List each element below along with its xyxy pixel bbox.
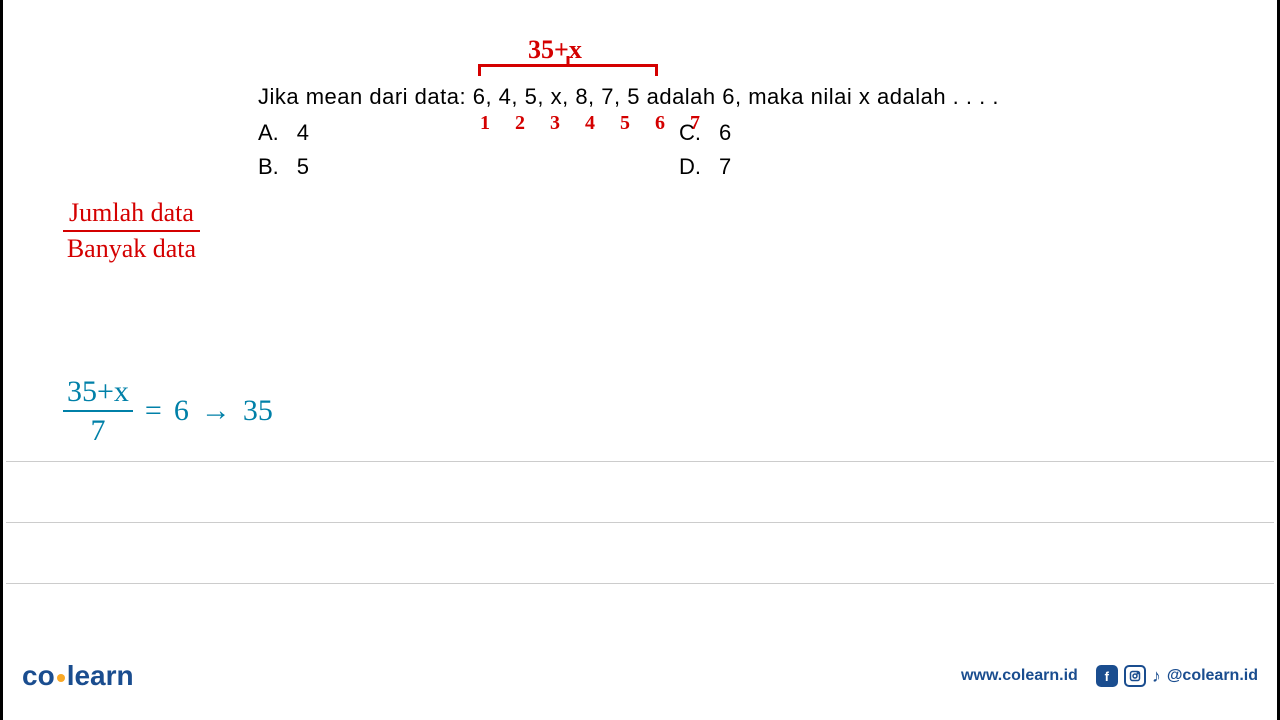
work-result: 6 <box>174 394 189 428</box>
brand-logo: colearn <box>22 660 134 692</box>
social-handle: @colearn.id <box>1167 667 1258 685</box>
footer: colearn www.colearn.id f ♪ @colearn.id <box>6 660 1274 692</box>
arrow-icon: → <box>201 394 231 428</box>
work-next: 35 <box>243 394 273 428</box>
equals-sign: = <box>145 394 162 428</box>
logo-dot-icon <box>57 674 65 682</box>
option-b-label: B. <box>258 154 279 180</box>
formula-numerator: Jumlah data <box>63 198 200 232</box>
work-numerator: 35+x <box>63 375 133 412</box>
sum-annotation: 35+x <box>528 35 582 65</box>
social-icons: f ♪ @colearn.id <box>1096 665 1258 687</box>
footer-right: www.colearn.id f ♪ @colearn.id <box>961 665 1258 687</box>
option-a: A. 4 <box>258 120 309 146</box>
ruled-line <box>6 522 1274 523</box>
option-a-value: 4 <box>297 120 309 146</box>
tiktok-icon: ♪ <box>1152 666 1161 687</box>
ruled-line <box>6 583 1274 584</box>
logo-text-right: learn <box>67 660 134 691</box>
option-b-value: 5 <box>297 154 309 180</box>
facebook-icon: f <box>1096 665 1118 687</box>
options-group: A. 4 C. 6 B. 5 D. 7 <box>258 120 1177 180</box>
mean-formula: Jumlah data Banyak data <box>63 198 200 264</box>
website-url: www.colearn.id <box>961 667 1078 685</box>
instagram-icon <box>1124 665 1146 687</box>
option-d: D. 7 <box>679 154 731 180</box>
question-area: 35+x Jika mean dari data: 6, 4, 5, x, 8,… <box>258 40 1177 188</box>
ruled-line <box>6 461 1274 462</box>
question-text: Jika mean dari data: 6, 4, 5, x, 8, 7, 5… <box>258 84 1177 110</box>
option-c-value: 6 <box>719 120 731 146</box>
formula-denominator: Banyak data <box>63 232 200 264</box>
work-denominator: 7 <box>63 412 133 447</box>
logo-text-left: co <box>22 660 55 691</box>
option-a-label: A. <box>258 120 279 146</box>
option-d-label: D. <box>679 154 701 180</box>
bracket-annotation <box>478 64 658 76</box>
option-b: B. 5 <box>258 154 309 180</box>
option-d-value: 7 <box>719 154 731 180</box>
count-annotation: 1 2 3 4 5 6 7 <box>480 112 710 135</box>
work-equation: 35+x 7 = 6 → 35 <box>63 375 273 447</box>
